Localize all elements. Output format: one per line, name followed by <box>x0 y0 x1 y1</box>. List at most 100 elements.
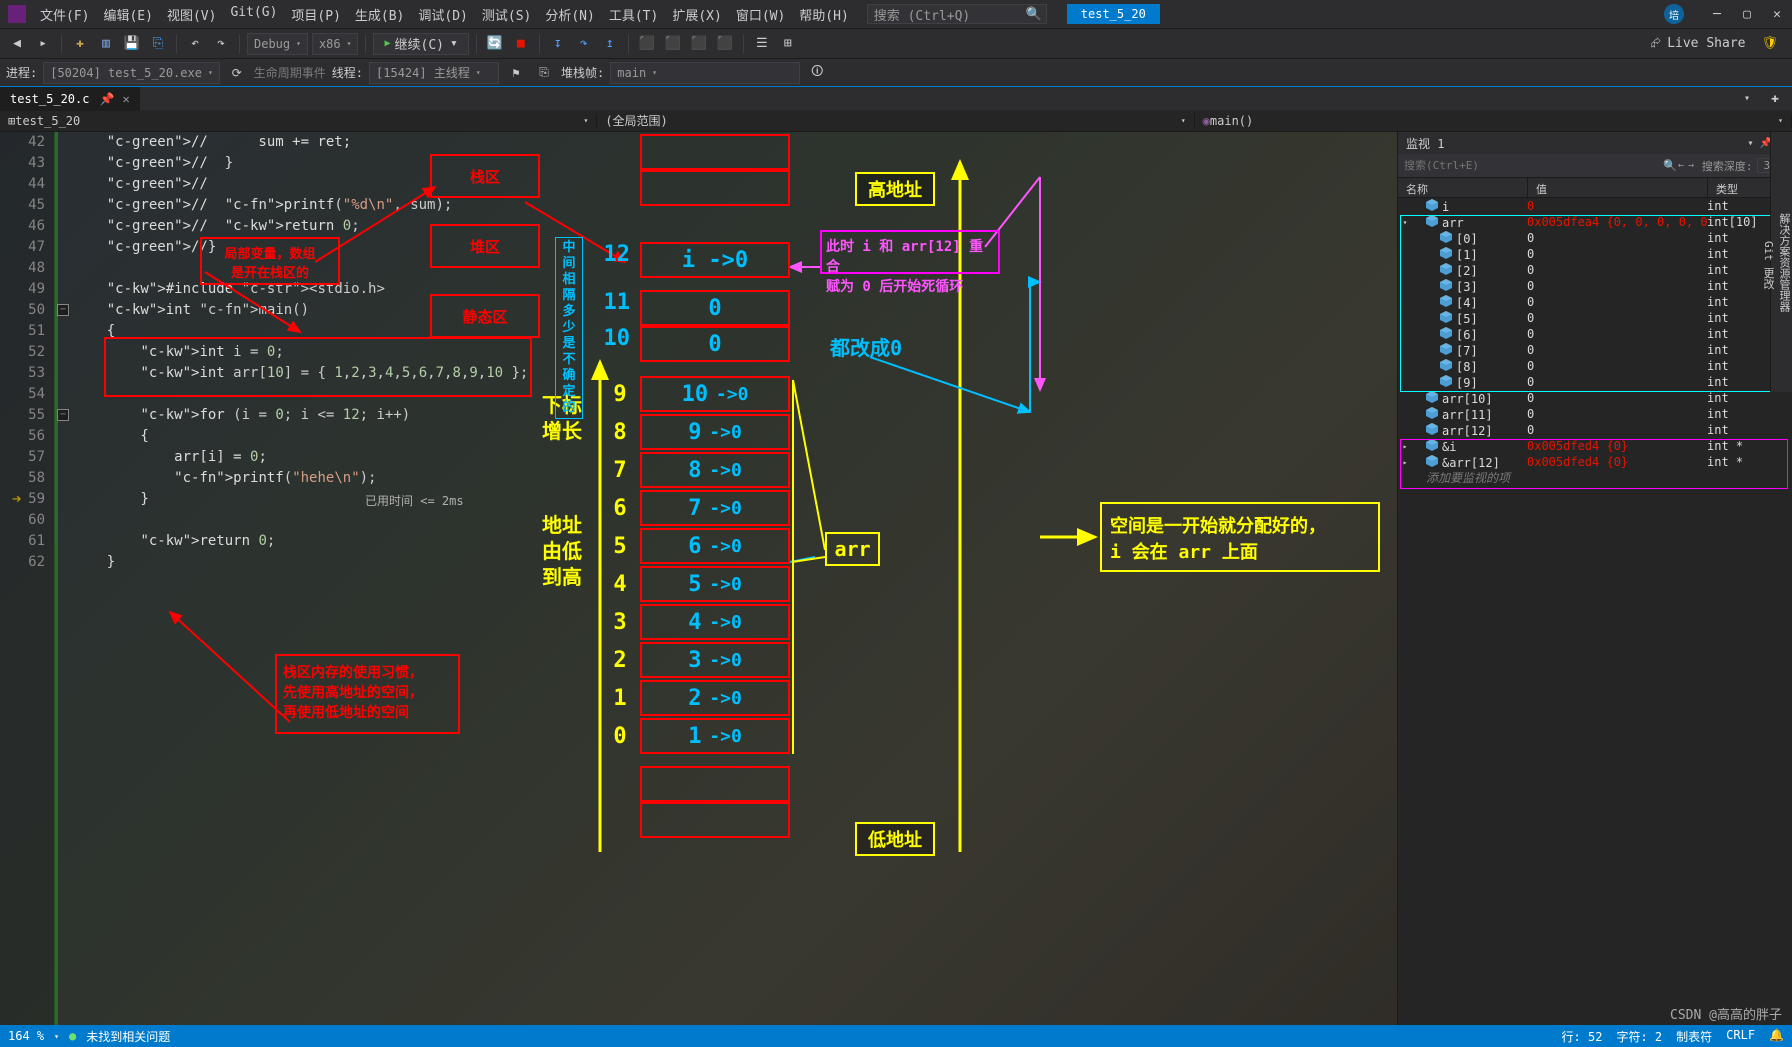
tb-icon-6[interactable]: ⊞ <box>777 33 799 55</box>
refresh-button[interactable]: 🔄 <box>484 33 506 55</box>
menu-item[interactable]: 项目(P) <box>285 1 346 28</box>
watch-dropdown-icon[interactable]: ▾ <box>1747 138 1753 149</box>
menu-item[interactable]: 生成(B) <box>349 1 410 28</box>
menu-item[interactable]: 文件(F) <box>34 1 95 28</box>
solution-name-pill[interactable]: test_5_20 <box>1067 4 1160 24</box>
tb-icon-4[interactable]: ⬛ <box>714 33 736 55</box>
add-watch-item[interactable]: 添加要监视的项 <box>1398 470 1792 486</box>
zoom-level[interactable]: 164 % <box>8 1029 44 1043</box>
watch-row[interactable]: ▾arr0x005dfea4 {0, 0, 0, 0, 0, 0, 0, 0, … <box>1398 214 1792 230</box>
menu-item[interactable]: 窗口(W) <box>730 1 791 28</box>
close-tab-icon[interactable]: ✕ <box>122 92 129 106</box>
side-tab-solution-explorer[interactable]: 解决方案资源管理器 <box>1776 138 1792 386</box>
side-tab-git[interactable]: Git 更改 <box>1760 144 1776 386</box>
zoom-chev-icon[interactable]: ▾ <box>54 1032 59 1041</box>
menu-item[interactable]: 测试(S) <box>476 1 537 28</box>
watch-row[interactable]: arr[12]0int <box>1398 422 1792 438</box>
watch-row[interactable]: [1]0int <box>1398 246 1792 262</box>
col-value[interactable]: 值 <box>1528 178 1708 197</box>
admin-shield-icon: 🛡 <box>1761 36 1778 51</box>
watch-row[interactable]: arr[11]0int <box>1398 406 1792 422</box>
issues-status[interactable]: 未找到相关问题 <box>86 1028 170 1045</box>
close-window-button[interactable]: ✕ <box>1770 7 1784 22</box>
global-search-box[interactable]: 搜索 (Ctrl+Q) 🔍 <box>867 4 1047 24</box>
config-dropdown[interactable]: Debug▾ <box>247 33 308 55</box>
tb-icon-5[interactable]: ☰ <box>751 33 773 55</box>
step-out-button[interactable]: ↥ <box>599 33 621 55</box>
search-next-icon[interactable]: → <box>1688 160 1694 171</box>
redo-button[interactable]: ↷ <box>210 33 232 55</box>
fold-toggle[interactable]: − <box>57 304 69 316</box>
new-item-button[interactable]: ✚ <box>69 33 91 55</box>
stop-debug-button[interactable]: ■ <box>510 33 532 55</box>
watch-row[interactable]: [8]0int <box>1398 358 1792 374</box>
threads-icon[interactable]: ⎘ <box>533 62 555 84</box>
fold-toggle[interactable]: − <box>57 409 69 421</box>
search-prev-icon[interactable]: ← <box>1678 160 1684 171</box>
watch-row[interactable]: i0int <box>1398 198 1792 214</box>
tb-icon-1[interactable]: ⬛ <box>636 33 658 55</box>
menu-item[interactable]: 工具(T) <box>603 1 664 28</box>
open-button[interactable]: ▥ <box>95 33 117 55</box>
nav-scope-function[interactable]: ◉ main()▾ <box>1195 114 1792 128</box>
nav-back-button[interactable]: ◀ <box>6 33 28 55</box>
watch-row[interactable]: [7]0int <box>1398 342 1792 358</box>
indent-mode[interactable]: 制表符 <box>1676 1028 1712 1045</box>
watch-row[interactable]: ▸&i0x005dfed4 {0}int * <box>1398 438 1792 454</box>
menu-item[interactable]: Git(G) <box>224 1 283 28</box>
menu-item[interactable]: 分析(N) <box>539 1 600 28</box>
nav-scope-global[interactable]: (全局范围)▾ <box>597 112 1194 129</box>
col-name[interactable]: 名称 <box>1398 178 1528 197</box>
tb-icon-3[interactable]: ⬛ <box>688 33 710 55</box>
watch-row[interactable]: [3]0int <box>1398 278 1792 294</box>
watch-row[interactable]: [2]0int <box>1398 262 1792 278</box>
menu-item[interactable]: 编辑(E) <box>97 1 158 28</box>
eol-mode[interactable]: CRLF <box>1726 1028 1755 1045</box>
watch-row[interactable]: [4]0int <box>1398 294 1792 310</box>
process-dropdown[interactable]: [50204] test_5_20.exe▾ <box>43 62 220 84</box>
watch-search-input[interactable] <box>1404 159 1662 172</box>
save-button[interactable]: 💾 <box>121 33 143 55</box>
step-over-button[interactable]: ↷ <box>573 33 595 55</box>
cursor-line[interactable]: 行: 52 <box>1562 1028 1603 1045</box>
menu-item[interactable]: 帮助(H) <box>793 1 854 28</box>
thread-dropdown[interactable]: [15424] 主线程▾ <box>369 62 499 84</box>
main-menu[interactable]: 文件(F)编辑(E)视图(V)Git(G)项目(P)生成(B)调试(D)测试(S… <box>34 1 855 28</box>
nav-fwd-button[interactable]: ▸ <box>32 33 54 55</box>
watch-row[interactable]: ▸&arr[12]0x005dfed4 {0}int * <box>1398 454 1792 470</box>
minimize-button[interactable]: ─ <box>1710 7 1724 22</box>
stackframe-dropdown[interactable]: main▾ <box>610 62 800 84</box>
pin-icon[interactable]: 📌 <box>99 92 114 106</box>
search-icon[interactable]: 🔍 <box>1026 7 1040 22</box>
platform-dropdown[interactable]: x86▾ <box>312 33 359 55</box>
save-all-button[interactable]: ⎘ <box>147 33 169 55</box>
user-avatar[interactable]: 培 <box>1664 4 1684 24</box>
undo-button[interactable]: ↶ <box>184 33 206 55</box>
menu-item[interactable]: 扩展(X) <box>666 1 727 28</box>
tab-add-button[interactable]: ✚ <box>1764 88 1786 110</box>
file-tab[interactable]: test_5_20.c 📌 ✕ <box>0 87 140 111</box>
watch-row[interactable]: [6]0int <box>1398 326 1792 342</box>
menu-item[interactable]: 调试(D) <box>412 1 473 28</box>
lifecycle-events-button[interactable]: ⟳ <box>226 62 248 84</box>
tab-overflow-button[interactable]: ▾ <box>1736 88 1758 110</box>
live-share-button[interactable]: ⮳ Live Share 🛡 <box>1643 36 1786 51</box>
menu-item[interactable]: 视图(V) <box>161 1 222 28</box>
notifications-icon[interactable]: 🔔 <box>1769 1028 1784 1045</box>
maximize-button[interactable]: ▢ <box>1740 7 1754 22</box>
nav-scope-project[interactable]: ⊞ test_5_20▾ <box>0 114 597 128</box>
cursor-char[interactable]: 字符: 2 <box>1616 1028 1662 1045</box>
info-icon[interactable]: 🛈 <box>806 62 828 84</box>
flag-icon[interactable]: ⚑ <box>505 62 527 84</box>
step-into-button[interactable]: ↧ <box>547 33 569 55</box>
watch-body[interactable]: i0int▾arr0x005dfea4 {0, 0, 0, 0, 0, 0, 0… <box>1398 198 1792 1025</box>
watch-row[interactable]: arr[10]0int <box>1398 390 1792 406</box>
watch-row[interactable]: [9]0int <box>1398 374 1792 390</box>
side-tab-strip[interactable]: 解决方案资源管理器 Git 更改 <box>1770 132 1792 392</box>
search-icon[interactable]: 🔍 <box>1662 159 1678 172</box>
tb-icon-2[interactable]: ⬛ <box>662 33 684 55</box>
watch-row[interactable]: [5]0int <box>1398 310 1792 326</box>
editor-area[interactable]: ➔ 42434445464748495051525354555657585960… <box>0 132 1397 1025</box>
continue-button[interactable]: ▶继续(C)▾ <box>373 33 468 55</box>
watch-row[interactable]: [0]0int <box>1398 230 1792 246</box>
